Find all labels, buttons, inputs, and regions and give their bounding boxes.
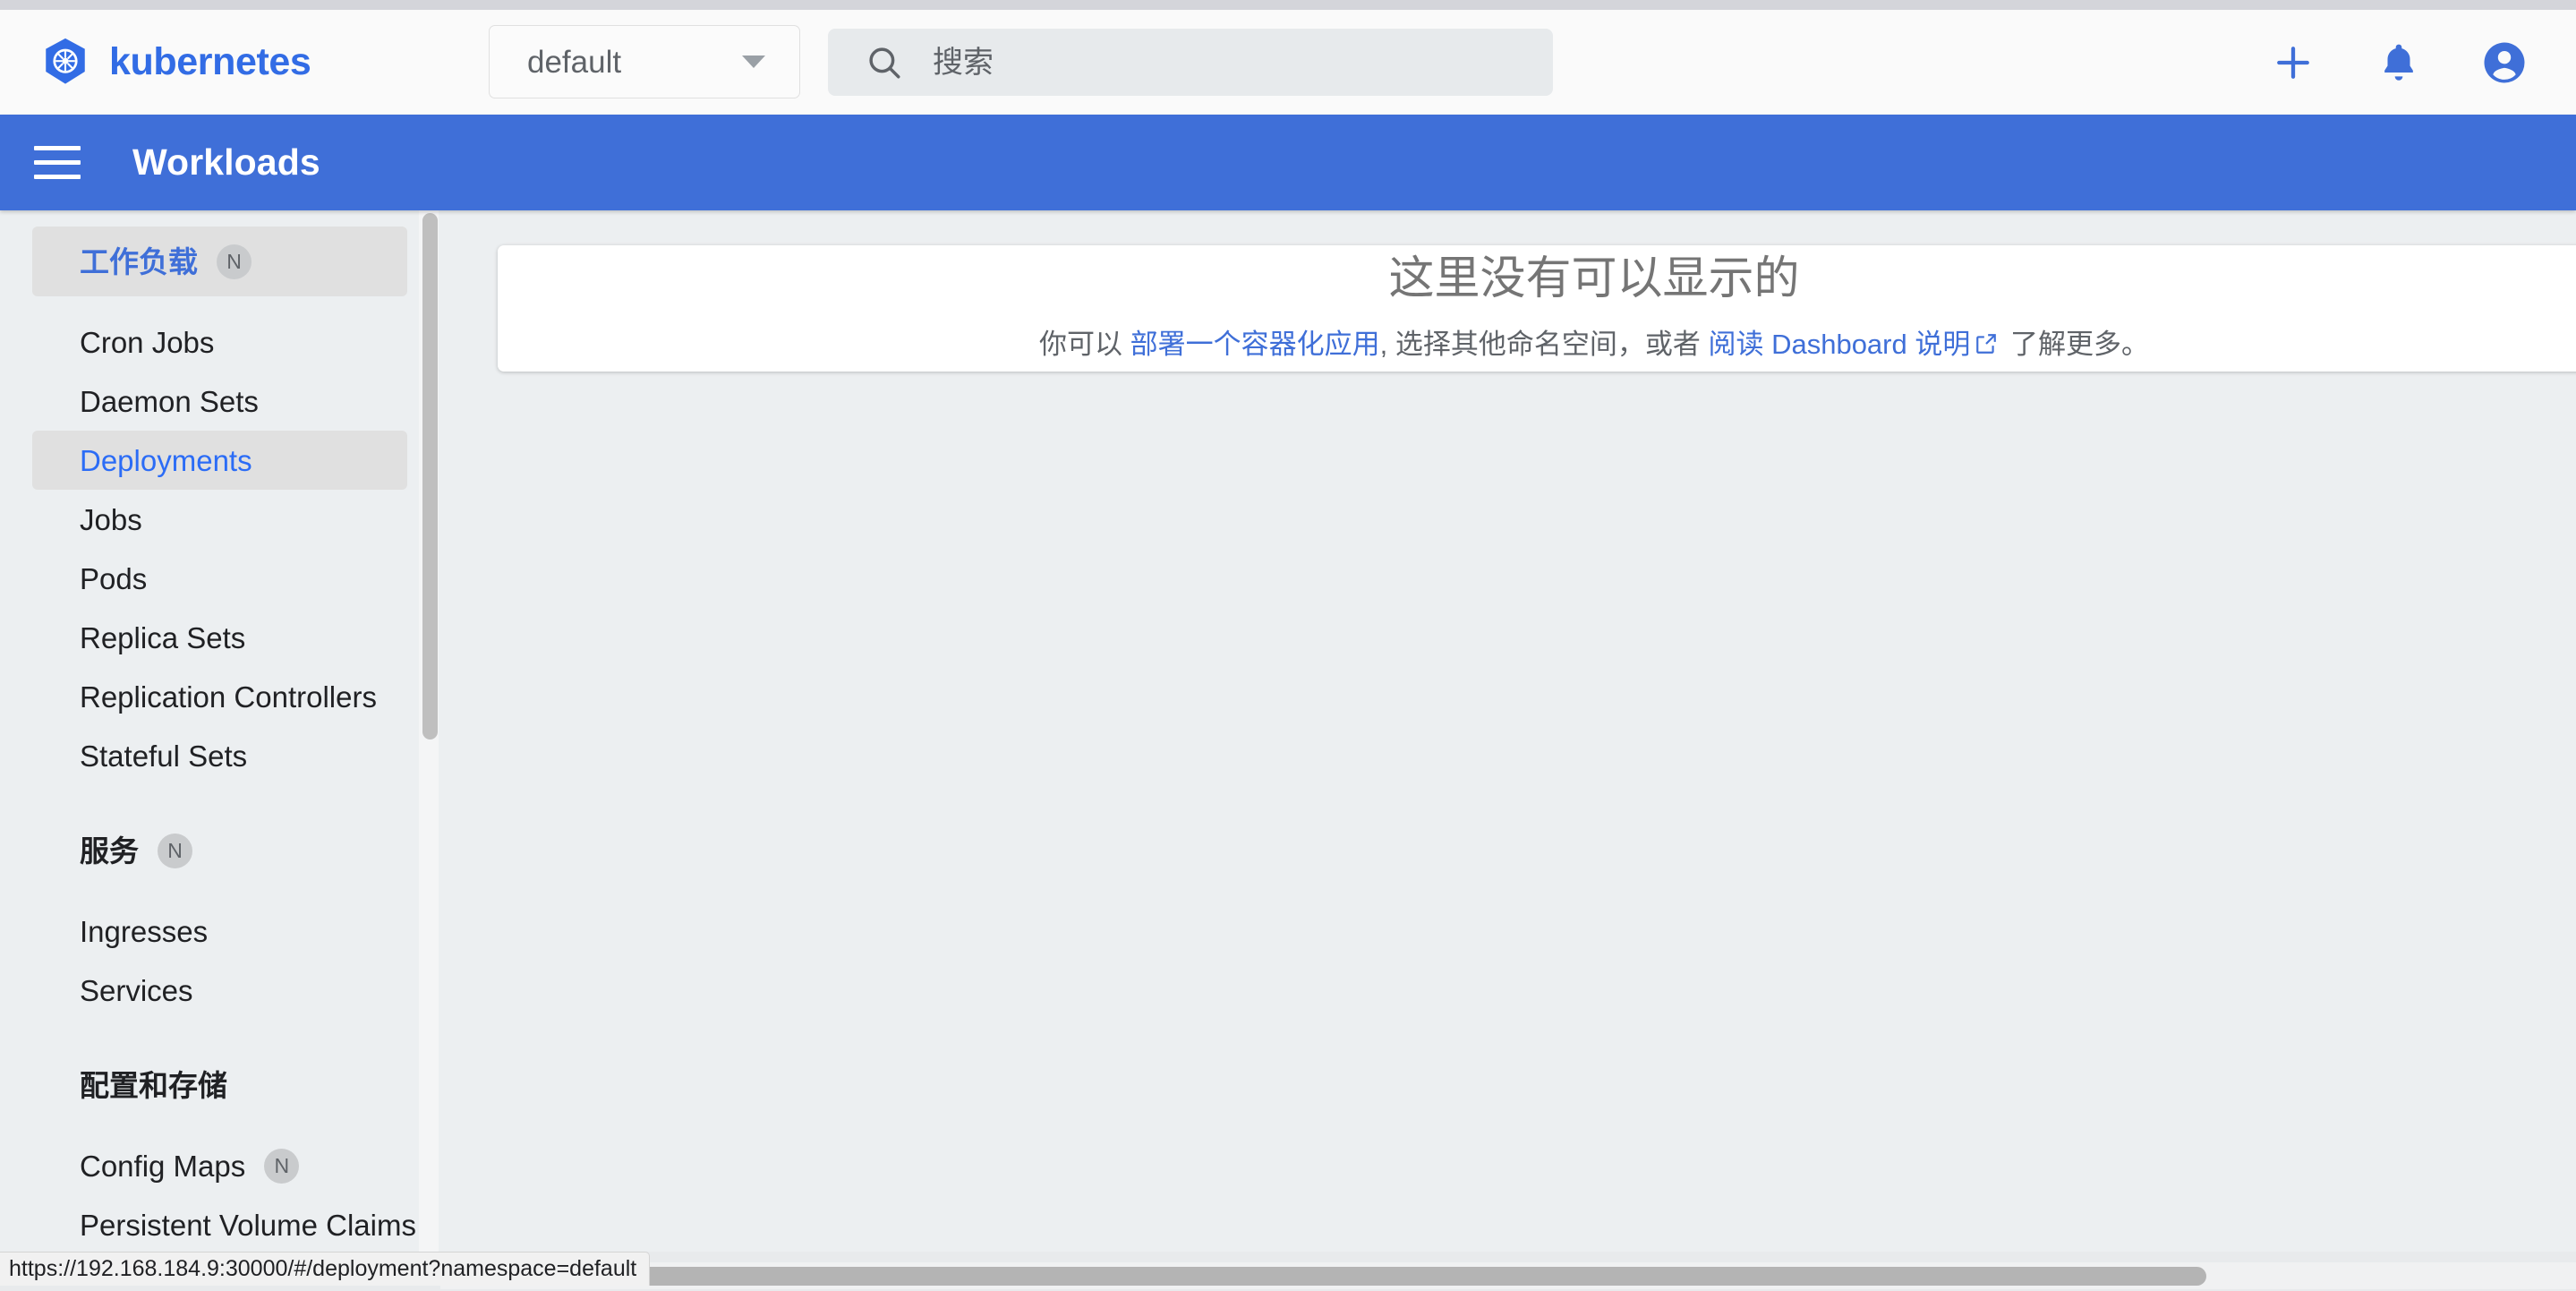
- sidebar-item-label: Stateful Sets: [80, 739, 248, 773]
- empty-state-prefix: 你可以: [1039, 328, 1130, 360]
- sidebar-item-replication-controllers[interactable]: Replication Controllers: [32, 667, 407, 726]
- sidebar-group-label: 配置和存储: [80, 1068, 227, 1102]
- empty-state-card: 这里没有可以显示的 你可以 部署一个容器化应用, 选择其他命名空间，或者 阅读 …: [498, 245, 2576, 372]
- chevron-down-icon: [742, 56, 765, 68]
- namespaced-badge: N: [158, 833, 192, 868]
- namespaced-badge: N: [217, 244, 252, 279]
- sidebar-group-label: 工作负载: [80, 244, 198, 278]
- deploy-app-link[interactable]: 部署一个容器化应用: [1130, 329, 1380, 360]
- sidebar-item-daemon-sets[interactable]: Daemon Sets: [32, 372, 407, 431]
- sidebar-item-label: Jobs: [80, 502, 142, 536]
- namespace-selected-value: default: [527, 44, 622, 80]
- empty-state-middle: , 选择其他命名空间，或者: [1379, 328, 1709, 360]
- brand-name: kubernetes: [109, 40, 311, 83]
- hamburger-menu-icon[interactable]: [34, 137, 86, 189]
- sidebar-nav: 工作负载 N Cron Jobs Daemon Sets Deployments…: [0, 210, 439, 1291]
- page-body: 工作负载 N Cron Jobs Daemon Sets Deployments…: [0, 210, 2576, 1291]
- sidebar-item-cron-jobs[interactable]: Cron Jobs: [32, 312, 407, 372]
- main-content: 这里没有可以显示的 你可以 部署一个容器化应用, 选择其他命名空间，或者 阅读 …: [440, 210, 2576, 1291]
- sidebar-item-deployments[interactable]: Deployments: [32, 431, 407, 490]
- top-actions: [2266, 10, 2531, 115]
- top-toolbar: kubernetes default 搜索: [0, 10, 2576, 115]
- sidebar-item-config-maps[interactable]: Config Maps N: [32, 1136, 407, 1195]
- sidebar-item-label: Services: [80, 973, 193, 1007]
- status-bar-url: https://192.168.184.9:30000/#/deployment…: [0, 1252, 651, 1286]
- sidebar-group-label: 服务: [80, 834, 139, 868]
- open-in-new-icon: [1975, 331, 1998, 362]
- kubernetes-helm-logo-icon: [39, 37, 91, 89]
- sidebar-item-label: Replica Sets: [80, 620, 246, 654]
- sidebar-item-label: Ingresses: [80, 914, 209, 948]
- app-bar: Workloads: [0, 115, 2576, 210]
- empty-state-suffix: 了解更多。: [2002, 328, 2149, 360]
- sidebar-item-label: Replication Controllers: [80, 680, 377, 714]
- sidebar-item-ingresses[interactable]: Ingresses: [32, 902, 407, 961]
- brand[interactable]: kubernetes: [39, 37, 311, 89]
- sidebar-item-label: Persistent Volume Claims: [80, 1208, 416, 1242]
- sidebar-item-stateful-sets[interactable]: Stateful Sets: [32, 726, 407, 785]
- sidebar-item-pods[interactable]: Pods: [32, 549, 407, 608]
- bell-icon: [2376, 40, 2421, 85]
- create-button[interactable]: [2266, 36, 2320, 90]
- page-title: Workloads: [132, 141, 320, 183]
- sidebar-item-label: Config Maps: [80, 1149, 246, 1183]
- search-bar[interactable]: 搜索: [828, 29, 1553, 96]
- plus-icon: [2269, 38, 2317, 87]
- dashboard-docs-link[interactable]: 阅读 Dashboard 说明: [1708, 329, 1970, 360]
- window-top-strip: [0, 0, 2576, 10]
- namespace-selector[interactable]: default: [489, 25, 800, 98]
- dashboard-root: kubernetes default 搜索 Workloads 工作负载 N C…: [0, 0, 2576, 1291]
- notifications-button[interactable]: [2372, 36, 2426, 90]
- content-hscrollbar-thumb[interactable]: [618, 1267, 2206, 1286]
- search-input[interactable]: 搜索: [933, 47, 994, 78]
- sidebar-group-config-and-storage[interactable]: 配置和存储: [32, 1050, 407, 1120]
- sidebar-scrollbar-thumb[interactable]: [422, 213, 438, 740]
- sidebar-item-label: Pods: [80, 561, 148, 595]
- empty-state-title: 这里没有可以显示的: [1388, 252, 1800, 304]
- sidebar-list: 工作负载 N Cron Jobs Daemon Sets Deployments…: [0, 210, 439, 1291]
- account-circle-icon: [2480, 38, 2529, 87]
- account-button[interactable]: [2478, 36, 2531, 90]
- sidebar-item-replica-sets[interactable]: Replica Sets: [32, 608, 407, 667]
- sidebar-item-label: Deployments: [80, 443, 252, 477]
- sidebar-item-label: Cron Jobs: [80, 325, 215, 359]
- sidebar-item-jobs[interactable]: Jobs: [32, 490, 407, 549]
- empty-state-description: 你可以 部署一个容器化应用, 选择其他命名空间，或者 阅读 Dashboard …: [1039, 329, 2149, 362]
- sidebar-group-workloads[interactable]: 工作负载 N: [32, 227, 407, 296]
- sidebar-item-services[interactable]: Services: [32, 961, 407, 1020]
- sidebar-item-label: Daemon Sets: [80, 384, 259, 418]
- search-icon: [828, 44, 903, 81]
- sidebar-group-services[interactable]: 服务 N: [32, 816, 407, 885]
- sidebar-item-persistent-volume-claims[interactable]: Persistent Volume Claims N: [32, 1195, 439, 1254]
- namespaced-badge: N: [264, 1148, 300, 1184]
